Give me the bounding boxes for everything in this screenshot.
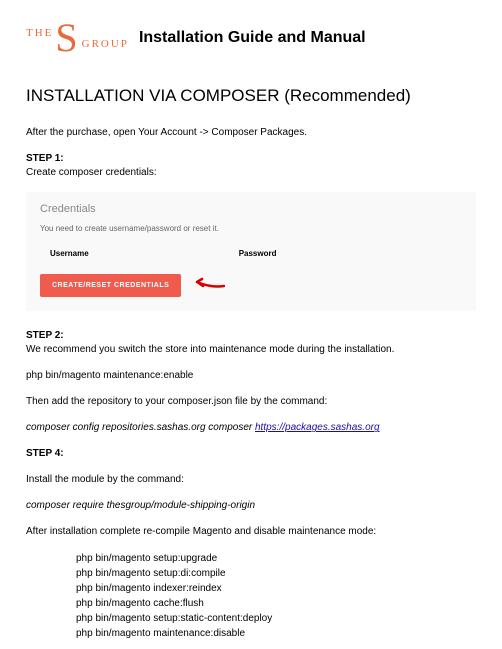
- step-4-text: Install the module by the command:: [26, 473, 476, 487]
- step-2: STEP 2: We recommend you switch the stor…: [26, 329, 476, 357]
- step-1: STEP 1: Create composer credentials:: [26, 152, 476, 180]
- step-4-label: STEP 4:: [26, 448, 64, 459]
- credentials-title: Credentials: [40, 202, 462, 217]
- cmd-maintenance-enable: php bin/magento maintenance:enable: [26, 369, 476, 383]
- cmd-cacheflush: php bin/magento cache:flush: [76, 596, 476, 611]
- final-commands: php bin/magento setup:upgrade php bin/ma…: [26, 551, 476, 641]
- step-1-label: STEP 1:: [26, 153, 64, 164]
- section-title: INSTALLATION VIA COMPOSER (Recommended): [26, 84, 476, 108]
- create-reset-button[interactable]: CREATE/RESET CREDENTIALS: [40, 274, 181, 298]
- cmd-maint-disable: php bin/magento maintenance:disable: [76, 626, 476, 641]
- after-install-text: After installation complete re-compile M…: [26, 525, 476, 539]
- header: THE S GROUP Installation Guide and Manua…: [26, 20, 476, 56]
- step-2-text: We recommend you switch the store into m…: [26, 344, 394, 355]
- intro-text: After the purchase, open Your Account ->…: [26, 126, 476, 140]
- logo-the: THE: [26, 26, 53, 41]
- packages-link[interactable]: https://packages.sashas.org: [255, 422, 380, 433]
- repo-text: Then add the repository to your composer…: [26, 395, 476, 409]
- logo-s: S: [55, 20, 79, 56]
- logo: THE S GROUP: [26, 20, 129, 56]
- cmd-upgrade: php bin/magento setup:upgrade: [76, 551, 476, 566]
- credentials-screenshot: Credentials You need to create username/…: [26, 192, 476, 312]
- step-4: STEP 4:: [26, 447, 476, 461]
- logo-group: GROUP: [82, 37, 129, 52]
- credentials-subtitle: You need to create username/password or …: [40, 223, 462, 234]
- page-title: Installation Guide and Manual: [139, 27, 366, 49]
- arrow-icon: [191, 276, 225, 295]
- credentials-button-row: CREATE/RESET CREDENTIALS: [40, 274, 462, 298]
- col-password: Password: [239, 248, 277, 259]
- cmd-dicompile: php bin/magento setup:di:compile: [76, 566, 476, 581]
- credentials-columns: Username Password: [40, 248, 462, 259]
- step-2-label: STEP 2:: [26, 330, 64, 341]
- col-username: Username: [50, 248, 89, 259]
- step-1-text: Create composer credentials:: [26, 167, 157, 178]
- cmd-repo: composer config repositories.sashas.org …: [26, 421, 476, 435]
- cmd-require: composer require thesgroup/module-shippi…: [26, 499, 476, 513]
- cmd-repo-prefix: composer config repositories.sashas.org …: [26, 422, 255, 433]
- cmd-static-deploy: php bin/magento setup:static-content:dep…: [76, 611, 476, 626]
- cmd-reindex: php bin/magento indexer:reindex: [76, 581, 476, 596]
